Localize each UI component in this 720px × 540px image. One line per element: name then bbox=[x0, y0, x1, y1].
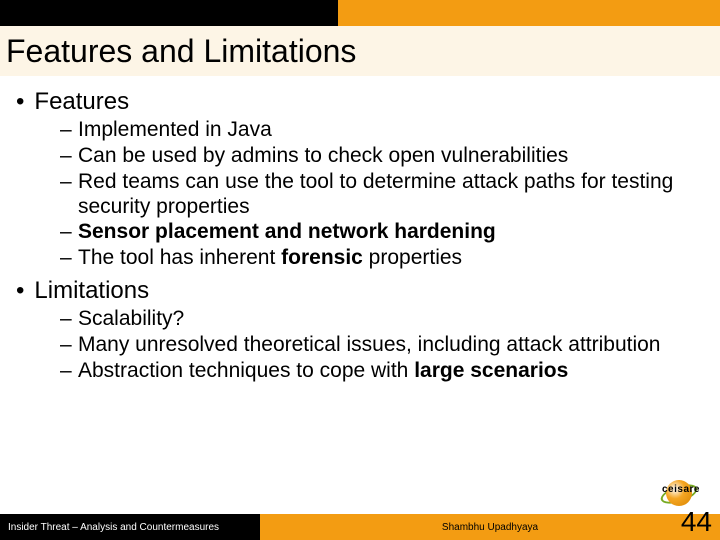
footer-author: Shambhu Upadhyaya bbox=[260, 522, 720, 533]
text-segment: Many unresolved theoretical issues, incl… bbox=[78, 333, 660, 356]
list-item: The tool has inherent forensic propertie… bbox=[60, 246, 704, 271]
text-segment: Abstraction techniques to cope with bbox=[78, 359, 414, 382]
list-item: Abstraction techniques to cope with larg… bbox=[60, 359, 704, 384]
sub-list: Scalability? Many unresolved theoretical … bbox=[60, 307, 704, 383]
section-heading-text: Features bbox=[34, 88, 129, 116]
text-segment: forensic bbox=[281, 246, 363, 269]
footer-left-text: Insider Threat – Analysis and Countermea… bbox=[0, 522, 260, 533]
top-bar bbox=[0, 0, 720, 26]
slide: Features and Limitations FeaturesImpleme… bbox=[0, 0, 720, 540]
list-item: Can be used by admins to check open vuln… bbox=[60, 144, 704, 169]
section-heading-text: Limitations bbox=[34, 277, 149, 305]
text-segment: Red teams can use the tool to determine … bbox=[78, 170, 673, 218]
text-segment: The tool has inherent bbox=[78, 246, 281, 269]
content-area: FeaturesImplemented in Java Can be used b… bbox=[16, 84, 704, 390]
text-segment: Sensor placement and network hardening bbox=[78, 220, 496, 243]
text-segment: Scalability? bbox=[78, 307, 184, 330]
logo: ceisare bbox=[662, 476, 708, 510]
logo-text: ceisare bbox=[662, 484, 708, 495]
text-segment: Implemented in Java bbox=[78, 118, 272, 141]
text-segment: Can be used by admins to check open vuln… bbox=[78, 144, 568, 167]
text-segment: properties bbox=[363, 246, 462, 269]
section-heading: Limitations bbox=[16, 277, 704, 305]
list-item: Many unresolved theoretical issues, incl… bbox=[60, 333, 704, 358]
list-item: Red teams can use the tool to determine … bbox=[60, 170, 704, 220]
page-number: 44 bbox=[681, 506, 712, 538]
list-item: Implemented in Java bbox=[60, 118, 704, 143]
section-heading: Features bbox=[16, 88, 704, 116]
top-bar-black bbox=[0, 0, 338, 26]
list-item: Sensor placement and network hardening bbox=[60, 220, 704, 245]
title-band: Features and Limitations bbox=[0, 26, 720, 76]
footer-bar: Insider Threat – Analysis and Countermea… bbox=[0, 514, 720, 540]
text-segment: large scenarios bbox=[414, 359, 568, 382]
list-item: Scalability? bbox=[60, 307, 704, 332]
top-bar-orange bbox=[338, 0, 720, 26]
sub-list: Implemented in Java Can be used by admins… bbox=[60, 118, 704, 271]
slide-title: Features and Limitations bbox=[6, 33, 356, 70]
